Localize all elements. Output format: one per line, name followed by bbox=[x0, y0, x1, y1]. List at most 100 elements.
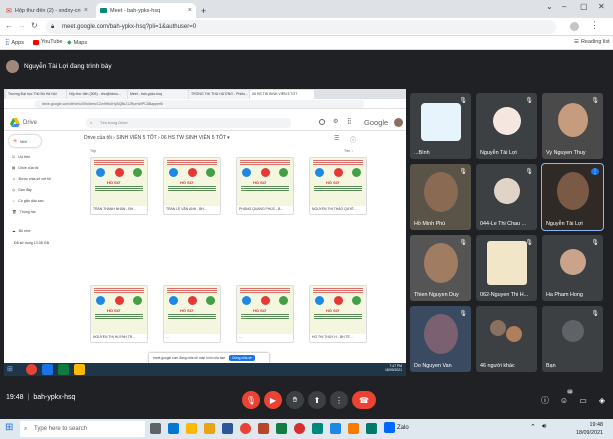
chat-button[interactable]: ▭ bbox=[574, 391, 592, 409]
sidebar-item-label: Được chia sẻ với tôi bbox=[18, 177, 51, 181]
minimize-icon[interactable]: – bbox=[562, 2, 566, 11]
clock-date: 18/09/2021 bbox=[576, 430, 603, 436]
participant-tile[interactable]: 🎙︎ 044-Le Thi Chau ... bbox=[476, 164, 537, 230]
participant-tile[interactable]: 🎙︎ Do Nguyen Van bbox=[410, 306, 471, 372]
new-label: Mới bbox=[20, 138, 27, 144]
mic-toggle-button[interactable]: 🎙︎ bbox=[242, 391, 260, 409]
present-button[interactable]: ⬆ bbox=[308, 391, 326, 409]
logo-icon bbox=[115, 296, 124, 305]
bookmarks-bar: ⣿ Apps YouTube ◆ Maps ☰ Reading list bbox=[0, 36, 613, 50]
file-name: NGUYỄN THỊ THẢO QUYÊ... bbox=[312, 207, 357, 211]
meet-icon[interactable] bbox=[312, 423, 323, 434]
logo-icon bbox=[96, 296, 105, 305]
url-field[interactable]: 🔒︎ meet.google.com/bah-ypkx-hsq?pli=1&au… bbox=[46, 20, 556, 34]
file-title: HỒ SƠ bbox=[180, 180, 194, 185]
participant-tile[interactable]: 🎙︎ Hồ Minh Phú bbox=[410, 164, 471, 230]
logo-icon bbox=[169, 296, 178, 305]
sidebar-item-label: Bộ nhớ bbox=[18, 229, 31, 233]
file-thumbnail: HỒ SƠ bbox=[237, 158, 293, 206]
participant-tile[interactable]: 46 người khác bbox=[476, 306, 537, 372]
leave-call-button[interactable]: ☎ bbox=[352, 391, 376, 409]
forward-icon[interactable]: → bbox=[18, 21, 26, 30]
people-button[interactable]: ☺ 58 bbox=[555, 389, 573, 409]
maximize-icon[interactable]: ▢ bbox=[580, 2, 588, 11]
activities-icon: ◈ bbox=[598, 395, 606, 405]
file-name: NGUYỄN THỊ HUỲNH TR... bbox=[93, 335, 136, 339]
participant-tile[interactable]: ⋮ Nguyễn Tài Lợi bbox=[542, 164, 603, 230]
logo-icon bbox=[169, 168, 178, 177]
meeting-code: bah-ypkx-hsq bbox=[33, 394, 76, 401]
app-icon[interactable] bbox=[366, 423, 377, 434]
back-icon[interactable]: ← bbox=[5, 21, 13, 30]
avatar bbox=[561, 320, 584, 342]
speaking-icon: ⋮ bbox=[591, 168, 599, 175]
logo-icon bbox=[352, 296, 361, 305]
participant-tile[interactable]: 🎙︎ 062-Nguyen Thi H... bbox=[476, 235, 537, 301]
storage-usage: Đã sử dụng 13,08 GB bbox=[14, 241, 49, 245]
hangup-icon: ☎ bbox=[359, 395, 369, 405]
opera-icon[interactable] bbox=[294, 423, 305, 434]
taskbar-search[interactable]: ⌕ Type here to search bbox=[20, 421, 145, 437]
participant-tile[interactable]: 🎙︎ Vy Nguyen Thuy bbox=[542, 93, 603, 159]
bookmark-apps[interactable]: ⣿ Apps bbox=[5, 39, 24, 47]
files-header: Tệp bbox=[90, 149, 97, 153]
storage-usage-label: Đã sử dụng 13,08 GB bbox=[14, 241, 49, 245]
bookmark-maps[interactable]: ◆ Maps bbox=[67, 39, 87, 47]
windows-start-icon[interactable]: ⊞ bbox=[5, 422, 13, 433]
participant-tile[interactable]: 🎙︎ ...Bình bbox=[410, 93, 471, 159]
file-tile: HỒ SƠ TRẦN LÊ VĂN ANH - BH... bbox=[163, 157, 221, 215]
tab-search-icon[interactable]: ⌄ bbox=[546, 2, 553, 11]
reading-list-button[interactable]: ☰ Reading list bbox=[574, 39, 610, 45]
more-options-button[interactable]: ⋮ bbox=[330, 391, 348, 409]
present-icon: ⬆ bbox=[313, 395, 321, 405]
tab-gmail[interactable]: ✉ Hộp thư đến (2) - xndxy-cntp1@... × bbox=[2, 3, 92, 18]
meet-icon bbox=[100, 8, 107, 13]
info-icon: ⓘ bbox=[541, 395, 549, 405]
camera-toggle-button[interactable]: ▶ bbox=[264, 391, 282, 409]
task-view-icon[interactable] bbox=[150, 423, 161, 434]
sidebar-item-recent: ◷ Gần đây bbox=[12, 188, 32, 192]
file-name: ... bbox=[166, 335, 169, 339]
edge-icon[interactable] bbox=[168, 423, 179, 434]
presenter-banner: Nguyễn Tài Lợi đang trình bày bbox=[6, 58, 112, 74]
logo-icon bbox=[188, 296, 197, 305]
tab-meet[interactable]: Meet - bah-ypkx-hsq × bbox=[96, 3, 196, 18]
participant-tile[interactable]: 🎙︎ Bạn bbox=[542, 306, 603, 372]
new-tab-button[interactable]: + bbox=[197, 3, 211, 18]
participant-tile[interactable]: 🎙︎ Thien Nguyen Duy bbox=[410, 235, 471, 301]
word-icon[interactable] bbox=[222, 423, 233, 434]
photos-icon[interactable] bbox=[330, 423, 341, 434]
close-icon[interactable]: × bbox=[188, 7, 192, 14]
participant-tile[interactable]: 🎙︎ Ha Pham Hong bbox=[542, 235, 603, 301]
drive-search-placeholder: Tìm trong Drive bbox=[100, 120, 128, 125]
file-name: TRẦN THANH NHÂN - BH... bbox=[93, 207, 136, 211]
profile-avatar[interactable] bbox=[570, 22, 579, 31]
file-explorer-icon[interactable] bbox=[186, 423, 197, 434]
file-tile: HỒ SƠ ... bbox=[236, 285, 294, 343]
participant-tile[interactable]: 🎙︎ Nguyễn Tài Lợi bbox=[476, 93, 537, 159]
raise-hand-button[interactable]: ✋︎ bbox=[286, 391, 304, 409]
close-window-icon[interactable]: ✕ bbox=[598, 2, 605, 11]
tab-label: Meet - bah-ypkx-hsq bbox=[110, 7, 161, 14]
excel-icon[interactable] bbox=[276, 423, 287, 434]
reload-icon[interactable]: ↻ bbox=[31, 21, 38, 30]
inner-url: drive.google.com/drive/u/0/folders/1Zw9H… bbox=[34, 100, 364, 108]
store-icon[interactable] bbox=[204, 423, 215, 434]
close-icon[interactable]: × bbox=[84, 7, 88, 14]
volume-icon[interactable]: 🔊︎ bbox=[542, 423, 546, 431]
inner-tab: Hộp thư đến (305) - nhu@tdmu... bbox=[67, 90, 127, 99]
bookmark-youtube[interactable]: YouTube bbox=[33, 39, 63, 45]
camera-off-icon: ▶ bbox=[269, 395, 277, 405]
clock-icon: ◷ bbox=[12, 188, 16, 192]
taskbar-clock[interactable]: 19:48 18/09/2021 bbox=[576, 421, 603, 437]
app-icon[interactable] bbox=[348, 423, 359, 434]
powerpoint-icon[interactable] bbox=[258, 423, 269, 434]
chrome-icon[interactable] bbox=[240, 423, 251, 434]
activities-button[interactable]: ◈ bbox=[593, 391, 611, 409]
tray-chevron-icon[interactable]: ⌃ bbox=[530, 423, 536, 431]
sidebar-item-priority: ☑ Ưu tiên bbox=[12, 155, 30, 159]
details-button[interactable]: ⓘ bbox=[536, 391, 554, 409]
zalo-taskbar-item[interactable]: Zalo bbox=[384, 422, 409, 433]
menu-dots-icon[interactable]: ⋮ bbox=[590, 20, 599, 31]
chat-icon: ▭ bbox=[579, 395, 587, 405]
